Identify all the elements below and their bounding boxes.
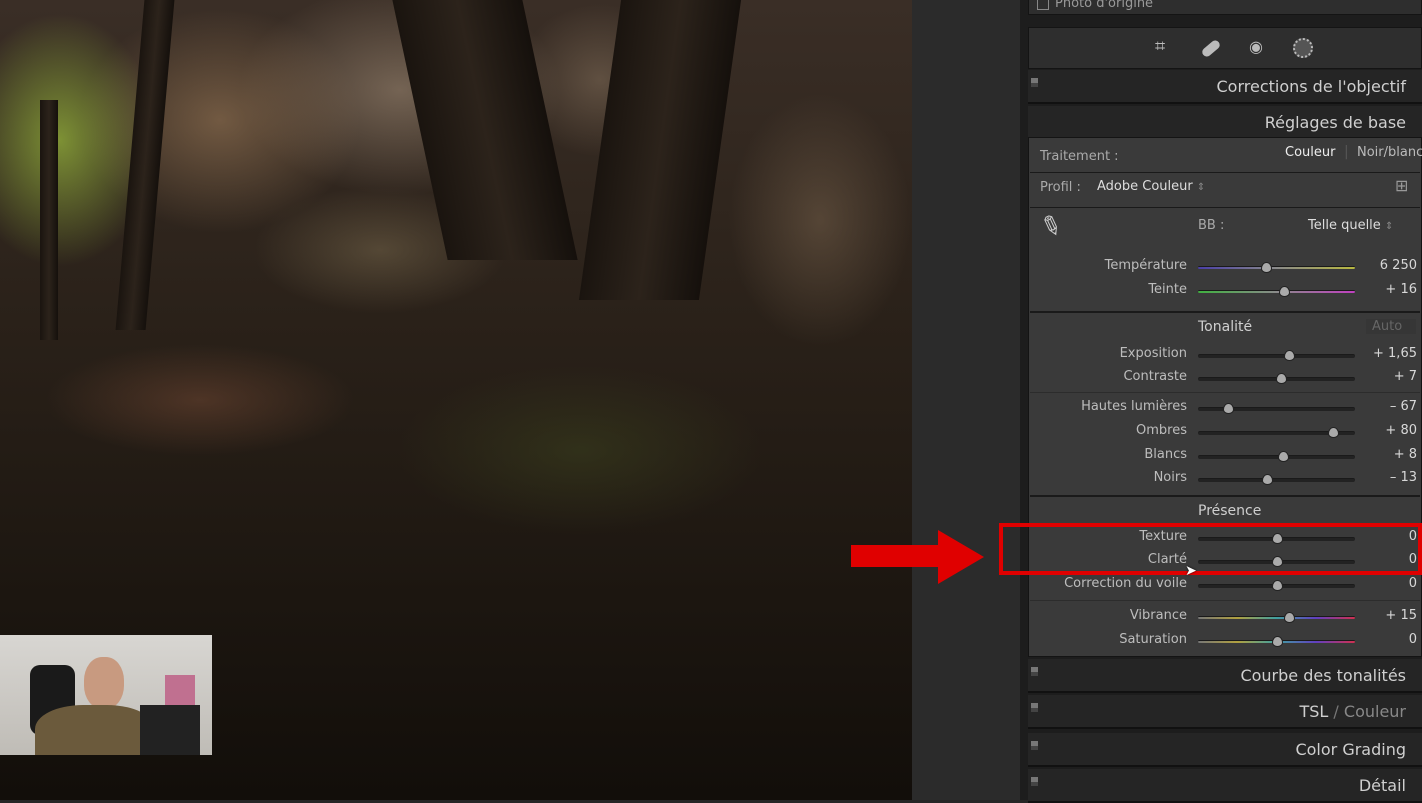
profile-browser-grid-icon[interactable]: ⊞ [1395,176,1408,195]
slider-track[interactable] [1198,373,1355,384]
tone-section-title: Tonalité [1198,319,1253,335]
highlight-box-annotation [999,523,1422,575]
slider-track[interactable] [1198,262,1355,273]
slider-thumb[interactable] [1276,373,1288,384]
red-arrow-annotation [851,545,941,567]
masking-icon[interactable] [1293,38,1313,58]
slider-value[interactable]: 6 250 [1380,258,1417,273]
slider-value[interactable]: + 1,65 [1373,346,1417,361]
slider-thumb[interactable] [1271,636,1283,647]
slider-track[interactable] [1198,451,1355,462]
panel-header-lens-corrections[interactable]: Corrections de l'objectif [1028,70,1422,104]
crop-icon[interactable]: ⌗ [1155,36,1165,57]
wb-dropdown[interactable]: Telle quelle ⇕ [1308,218,1393,233]
original-photo-label: Photo d'origine [1055,0,1154,11]
slider-label: Saturation [1119,632,1187,647]
slider-label: Correction du voile [1064,576,1187,591]
slider-label: Contraste [1123,369,1187,384]
slider-thumb[interactable] [1262,474,1274,485]
healing-icon[interactable] [1200,38,1222,59]
slider-track[interactable] [1198,403,1355,414]
wb-label: BB : [1198,218,1225,233]
slider-value[interactable]: + 15 [1385,608,1417,623]
slider-label: Blancs [1144,447,1187,462]
panel-gutter [912,0,1020,800]
slider-track[interactable] [1198,580,1355,591]
slider-value[interactable]: – 67 [1390,399,1417,414]
presence-section-title: Présence [1198,503,1262,519]
treatment-bw-button[interactable]: Noir/blanc [1357,145,1422,160]
slider-thumb[interactable] [1277,451,1289,462]
slider-label: Ombres [1136,423,1187,438]
slider-track[interactable] [1198,350,1355,361]
slider-thumb[interactable] [1284,612,1296,623]
slider-value[interactable]: 0 [1409,632,1417,647]
panel-header-detail[interactable]: Détail [1028,769,1422,803]
slider-label: Hautes lumières [1081,399,1187,414]
profile-dropdown[interactable]: Adobe Couleur ⇕ [1097,179,1205,194]
slider-label: Exposition [1119,346,1187,361]
slider-track[interactable] [1198,286,1355,297]
slider-track[interactable] [1198,612,1355,623]
panel-header-color-grading[interactable]: Color Grading [1028,733,1422,767]
treatment-color-button[interactable]: Couleur [1285,145,1335,160]
slider-thumb[interactable] [1328,427,1340,438]
slider-track[interactable] [1198,474,1355,485]
slider-label: Vibrance [1129,608,1187,623]
webcam-overlay [0,635,212,755]
red-eye-icon[interactable]: ◉ [1249,37,1263,56]
slider-value[interactable]: + 80 [1385,423,1417,438]
auto-tone-button[interactable]: Auto [1366,319,1416,334]
panel-header-tone-curve[interactable]: Courbe des tonalités [1028,659,1422,693]
slider-label: Teinte [1148,282,1187,297]
mouse-cursor-icon: ➤ [1185,563,1197,579]
treatment-label: Traitement : [1040,149,1119,164]
slider-thumb[interactable] [1284,350,1296,361]
slider-value[interactable]: + 7 [1394,369,1417,384]
original-photo-checkbox[interactable] [1037,0,1049,10]
panel-header-hsl[interactable]: TSL / Couleur [1028,695,1422,729]
slider-thumb[interactable] [1279,286,1291,297]
red-arrow-head [938,530,984,584]
slider-label: Température [1104,258,1187,273]
original-photo-row: Photo d'origine [1028,0,1422,15]
slider-value[interactable]: 0 [1409,576,1417,591]
divider: | [1344,144,1349,160]
slider-value[interactable]: + 8 [1394,447,1417,462]
slider-value[interactable]: – 13 [1390,470,1417,485]
slider-track[interactable] [1198,636,1355,647]
slider-value[interactable]: + 16 [1385,282,1417,297]
tool-strip: ⌗ ◉ [1028,27,1422,69]
slider-label: Noirs [1153,470,1187,485]
panel-header-basic[interactable]: Réglages de base [1028,106,1422,140]
slider-thumb[interactable] [1260,262,1272,273]
slider-thumb[interactable] [1222,403,1234,414]
profile-label: Profil : [1040,180,1081,195]
slider-track[interactable] [1198,427,1355,438]
slider-thumb[interactable] [1271,580,1283,591]
